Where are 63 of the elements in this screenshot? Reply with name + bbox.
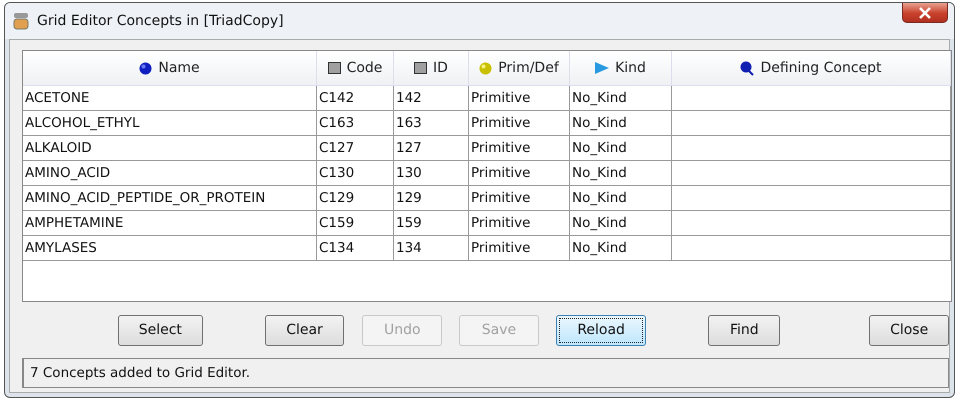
table-cell: AMINO_ACID_PEPTIDE_OR_PROTEIN: [23, 186, 317, 211]
sphere-icon: [479, 62, 492, 74]
table-cell: 129: [394, 186, 469, 211]
table-cell: C163: [317, 111, 394, 136]
dialog-button[interactable]: Select: [118, 314, 203, 346]
header-label: Name: [158, 60, 200, 76]
status-message: 7 Concepts added to Grid Editor.: [30, 365, 250, 381]
magnifier-icon: [740, 60, 754, 76]
column-header[interactable]: Defining Concept: [672, 51, 951, 86]
table-cell: No_Kind: [570, 111, 672, 136]
dialog-button[interactable]: Find: [708, 314, 780, 346]
dialog-button[interactable]: Clear: [264, 314, 344, 346]
column-header[interactable]: Kind: [570, 51, 672, 86]
table-cell: 134: [394, 236, 469, 261]
table-cell: 142: [394, 86, 469, 111]
table-cell: No_Kind: [570, 186, 672, 211]
table-cell: Primitive: [469, 86, 570, 111]
table-cell: Primitive: [469, 161, 570, 186]
table-cell: Primitive: [469, 211, 570, 236]
table-cell: No_Kind: [570, 161, 672, 186]
table-cell: AMINO_ACID: [23, 161, 317, 186]
close-button[interactable]: [902, 3, 948, 23]
table-cell: C130: [317, 161, 394, 186]
dialog-button[interactable]: Reload: [556, 314, 646, 346]
table-cell: C159: [317, 211, 394, 236]
table-cell: C129: [317, 186, 394, 211]
table-cell: 159: [394, 211, 469, 236]
table-cell: 163: [394, 111, 469, 136]
header-label: Defining Concept: [760, 60, 882, 76]
table-cell: ALCOHOL_ETHYL: [23, 111, 317, 136]
square-icon: [328, 62, 341, 74]
window-title: Grid Editor Concepts in [TriadCopy]: [37, 13, 284, 29]
header-label: Prim/Def: [498, 60, 559, 76]
table-cell: Primitive: [469, 111, 570, 136]
table-cell: Primitive: [469, 136, 570, 161]
table-cell: 130: [394, 161, 469, 186]
column-header[interactable]: Name: [23, 51, 317, 86]
table-cell: No_Kind: [570, 236, 672, 261]
table-cell: ACETONE: [23, 86, 317, 111]
table-cell: Primitive: [469, 236, 570, 261]
close-icon: [918, 6, 932, 18]
table-cell: ALKALOID: [23, 136, 317, 161]
table-cell: Primitive: [469, 186, 570, 211]
column-header[interactable]: ID: [394, 51, 469, 86]
table-cell: No_Kind: [570, 211, 672, 236]
header-label: Code: [346, 60, 382, 76]
table-cell: 127: [394, 136, 469, 161]
table-cell: C134: [317, 236, 394, 261]
table-cell: No_Kind: [570, 136, 672, 161]
database-icon: [13, 12, 29, 30]
square-icon: [414, 62, 428, 74]
sphere-icon: [139, 62, 152, 74]
table-cell: C127: [317, 136, 394, 161]
table-cell: No_Kind: [570, 86, 672, 111]
dialog-button[interactable]: Close: [869, 314, 950, 346]
table-cell: AMPHETAMINE: [23, 211, 317, 236]
header-label: Kind: [615, 60, 646, 76]
table-cell: C142: [317, 86, 394, 111]
column-header[interactable]: Prim/Def: [469, 51, 570, 86]
triangle-icon: [595, 62, 610, 74]
column-header[interactable]: Code: [317, 51, 394, 86]
header-label: ID: [433, 60, 448, 76]
table-cell: AMYLASES: [23, 236, 317, 261]
